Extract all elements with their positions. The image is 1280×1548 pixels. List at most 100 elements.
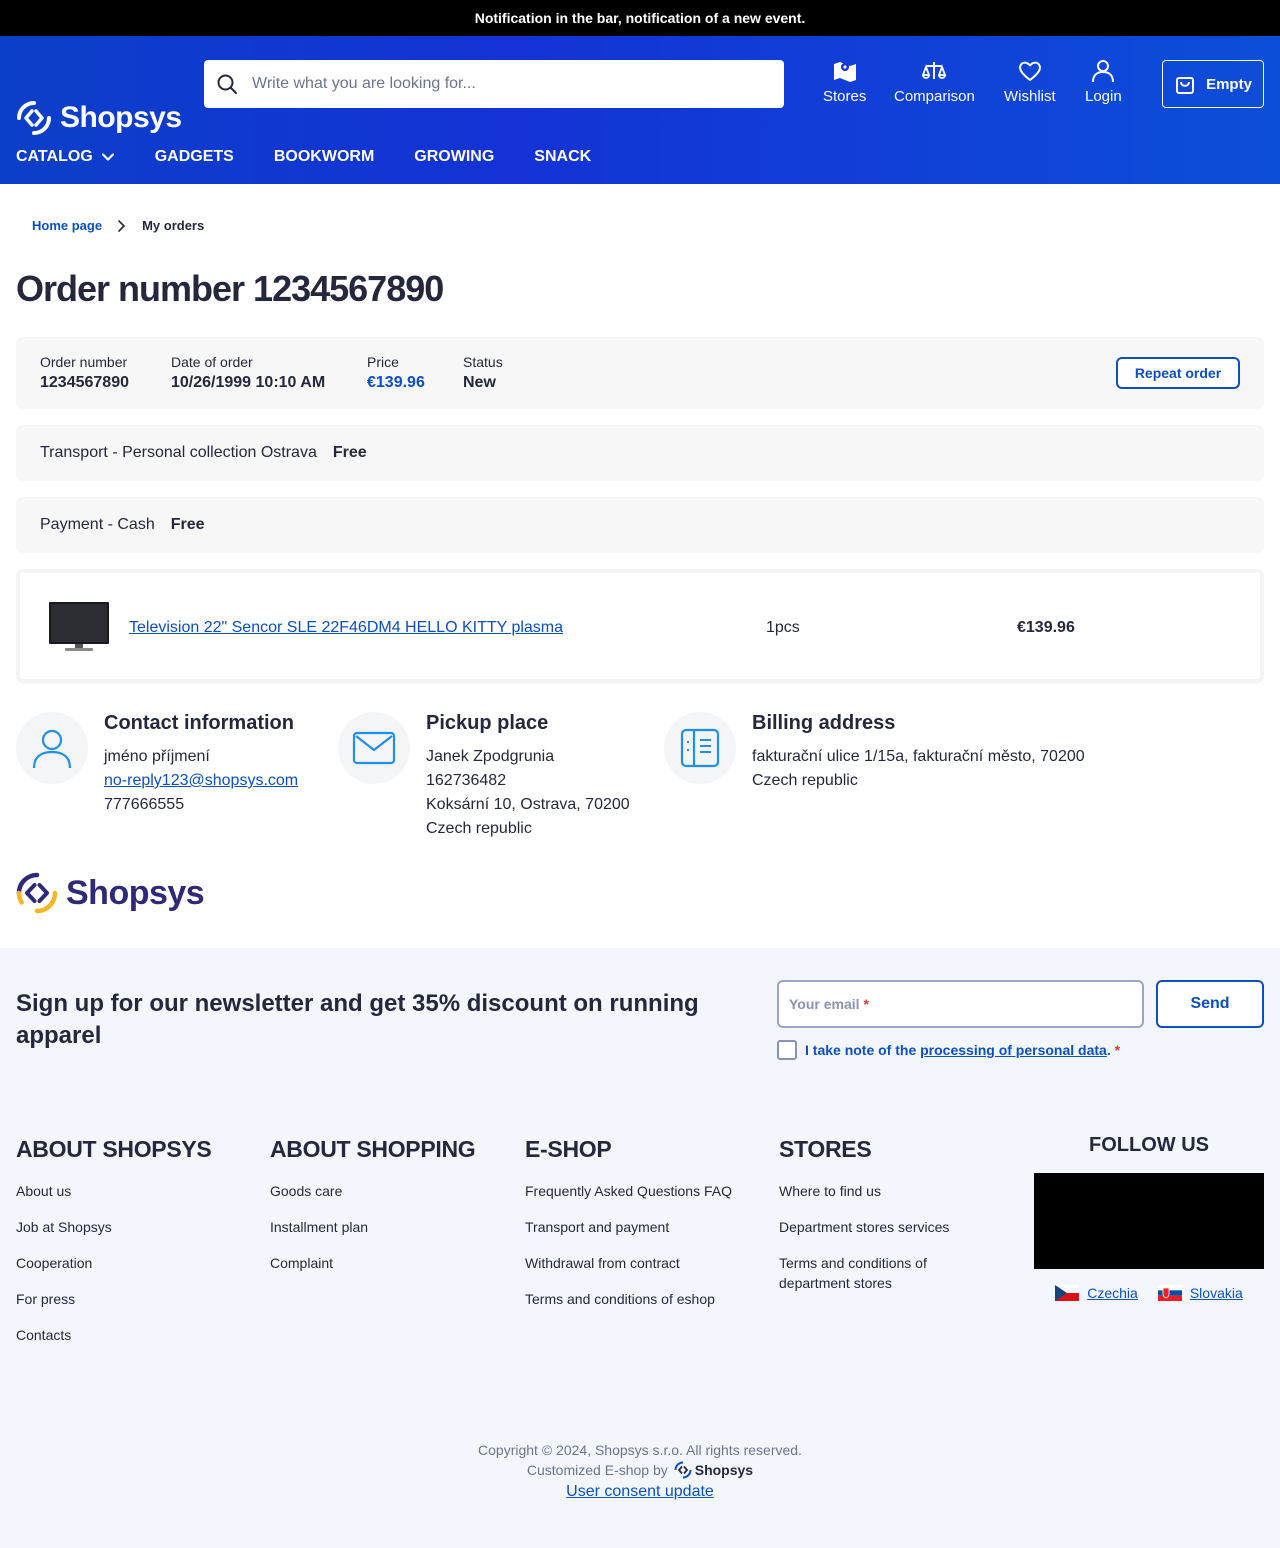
- cart-label: Empty: [1206, 75, 1252, 93]
- footer-link[interactable]: Installment plan: [270, 1217, 475, 1237]
- footer-logo[interactable]: Shopsys: [16, 872, 205, 914]
- footer-link[interactable]: About us: [16, 1181, 211, 1201]
- personal-data-link[interactable]: processing of personal data: [920, 1042, 1107, 1058]
- menu-item-growing[interactable]: GROWING: [414, 148, 494, 166]
- footer-link[interactable]: Cooperation: [16, 1253, 211, 1273]
- main-menu: CATALOG GADGETS BOOKWORM GROWING SNACK: [16, 148, 591, 166]
- footer-link[interactable]: Terms and conditions of eshop: [525, 1289, 732, 1309]
- product-image[interactable]: [48, 601, 110, 653]
- header-logo[interactable]: Shopsys: [16, 100, 182, 136]
- newsletter-title: Sign up for our newsletter and get 35% d…: [16, 990, 699, 1049]
- wishlist-link[interactable]: Wishlist: [1004, 58, 1056, 105]
- product-price: €139.96: [1017, 619, 1075, 636]
- footer-link[interactable]: Goods care: [270, 1181, 475, 1201]
- pickup-address: Koksární 10, Ostrava, 70200: [426, 796, 630, 813]
- menu-item-bookworm[interactable]: BOOKWORM: [274, 148, 374, 166]
- shopsys-brand-link[interactable]: Shopsys: [674, 1460, 753, 1480]
- chevron-right-icon: [118, 219, 126, 232]
- billing-details: Billing address fakturační ulice 1/15a, …: [752, 712, 1085, 793]
- footer-link[interactable]: Department stores services: [779, 1217, 979, 1237]
- billing-icon-wrap: [664, 712, 736, 784]
- menu-item-snack[interactable]: SNACK: [534, 148, 591, 166]
- stores-link[interactable]: Stores: [823, 58, 866, 105]
- customized-by: Customized E-shop by Shopsys: [0, 1460, 1280, 1480]
- consent-checkbox[interactable]: [777, 1040, 797, 1060]
- user-consent-link[interactable]: User consent update: [0, 1482, 1280, 1502]
- consent-text: I take note of the processing of persona…: [805, 1042, 1120, 1058]
- logo-text: Shopsys: [60, 101, 182, 134]
- user-icon: [1092, 60, 1115, 83]
- order-item-row: Television 22" Sencor SLE 22F46DM4 HELLO…: [16, 569, 1264, 683]
- envelope-icon: [352, 731, 396, 765]
- comparison-link[interactable]: Comparison: [894, 58, 975, 105]
- newsletter-send-button[interactable]: Send: [1156, 980, 1264, 1028]
- login-label: Login: [1085, 88, 1122, 105]
- czech-flag-icon: [1055, 1285, 1080, 1301]
- product-name-link[interactable]: Television 22" Sencor SLE 22F46DM4 HELLO…: [129, 619, 563, 637]
- contact-name: jméno příjmení: [104, 748, 210, 765]
- order-price-label: Price: [367, 354, 399, 370]
- breadcrumb-home-link[interactable]: Home page: [32, 218, 102, 233]
- customized-label: Customized E-shop by: [526, 1462, 668, 1478]
- page-title: Order number 1234567890: [16, 268, 444, 309]
- footer-column-stores: STORES Where to find us Department store…: [779, 1136, 979, 1309]
- contact-icon-wrap: [16, 712, 88, 784]
- breadcrumb: Home page My orders: [32, 218, 204, 233]
- order-summary: Order number 1234567890 Date of order 10…: [16, 337, 1264, 409]
- billing-country: Czech republic: [752, 772, 858, 789]
- contact-information: Contact information jméno příjmení no-re…: [16, 712, 298, 817]
- lang-czechia[interactable]: Czechia: [1055, 1285, 1138, 1301]
- payment-row: Payment - Cash Free: [16, 497, 1264, 553]
- contact-email[interactable]: no-reply123@shopsys.com: [104, 769, 298, 793]
- footer-column-eshop: E-SHOP Frequently Asked Questions FAQ Tr…: [525, 1136, 732, 1325]
- heart-icon: [1018, 61, 1041, 81]
- brand-label: Shopsys: [694, 1462, 754, 1478]
- menu-item-gadgets[interactable]: GADGETS: [155, 148, 234, 166]
- menu-item-label: GADGETS: [154, 148, 234, 165]
- site-footer: Sign up for our newsletter and get 35% d…: [0, 948, 1280, 1548]
- order-status-value: New: [463, 374, 496, 391]
- document-icon: [680, 728, 720, 768]
- footer-link[interactable]: Withdrawal from contract: [525, 1253, 732, 1273]
- footer-column-about-shopsys: ABOUT SHOPSYS About us Job at Shopsys Co…: [16, 1136, 212, 1361]
- scale-icon: [922, 62, 947, 79]
- footer-column-title: ABOUT SHOPSYS: [16, 1136, 212, 1162]
- contact-title: Contact information: [104, 712, 294, 734]
- site-header: Shopsys Stores Comparison Wishlist: [0, 36, 1280, 184]
- lang-label: Czechia: [1087, 1285, 1138, 1301]
- social-embed[interactable]: [1034, 1173, 1264, 1269]
- menu-item-catalog[interactable]: CATALOG: [16, 148, 115, 166]
- billing-title: Billing address: [752, 712, 896, 734]
- search-box[interactable]: [204, 60, 784, 108]
- payment-label: Payment - Cash: [40, 516, 155, 533]
- lang-slovakia[interactable]: Slovakia: [1157, 1285, 1243, 1301]
- contact-details: Contact information jméno příjmení no-re…: [104, 712, 298, 817]
- billing-address: Billing address fakturační ulice 1/15a, …: [664, 712, 1085, 793]
- transport-row: Transport - Personal collection Ostrava …: [16, 425, 1264, 481]
- newsletter-email-input[interactable]: Your email *: [777, 980, 1144, 1028]
- cart-button[interactable]: Empty: [1162, 60, 1264, 108]
- notification-bar: Notification in the bar, notification of…: [0, 0, 1280, 36]
- payment-price: Free: [170, 516, 205, 533]
- footer-column-title: ABOUT SHOPPING: [270, 1136, 476, 1162]
- footer-link[interactable]: Contacts: [16, 1325, 211, 1345]
- footer-link[interactable]: Where to find us: [779, 1181, 979, 1201]
- repeat-order-button[interactable]: Repeat order: [1116, 357, 1240, 389]
- footer-link[interactable]: Job at Shopsys: [16, 1217, 211, 1237]
- shopsys-logo-icon: [17, 101, 51, 135]
- map-icon: [833, 62, 856, 82]
- language-switcher: Czechia Slovakia: [1034, 1285, 1264, 1301]
- footer-link[interactable]: Complaint: [270, 1253, 475, 1273]
- footer-column-title: E-SHOP: [525, 1136, 612, 1162]
- footer-link[interactable]: Transport and payment: [525, 1217, 732, 1237]
- transport-label: Transport - Personal collection Ostrava: [40, 444, 317, 461]
- login-link[interactable]: Login: [1085, 58, 1122, 105]
- footer-link[interactable]: For press: [16, 1289, 211, 1309]
- footer-link[interactable]: Terms and conditions of department store…: [779, 1253, 979, 1293]
- contact-phone: 777666555: [104, 796, 185, 813]
- required-mark: *: [1114, 1042, 1121, 1058]
- footer-logo-text: Shopsys: [66, 873, 205, 912]
- footer-link[interactable]: Frequently Asked Questions FAQ: [525, 1181, 732, 1201]
- order-price-field: Price €139.96: [367, 354, 425, 392]
- search-input[interactable]: [252, 75, 752, 93]
